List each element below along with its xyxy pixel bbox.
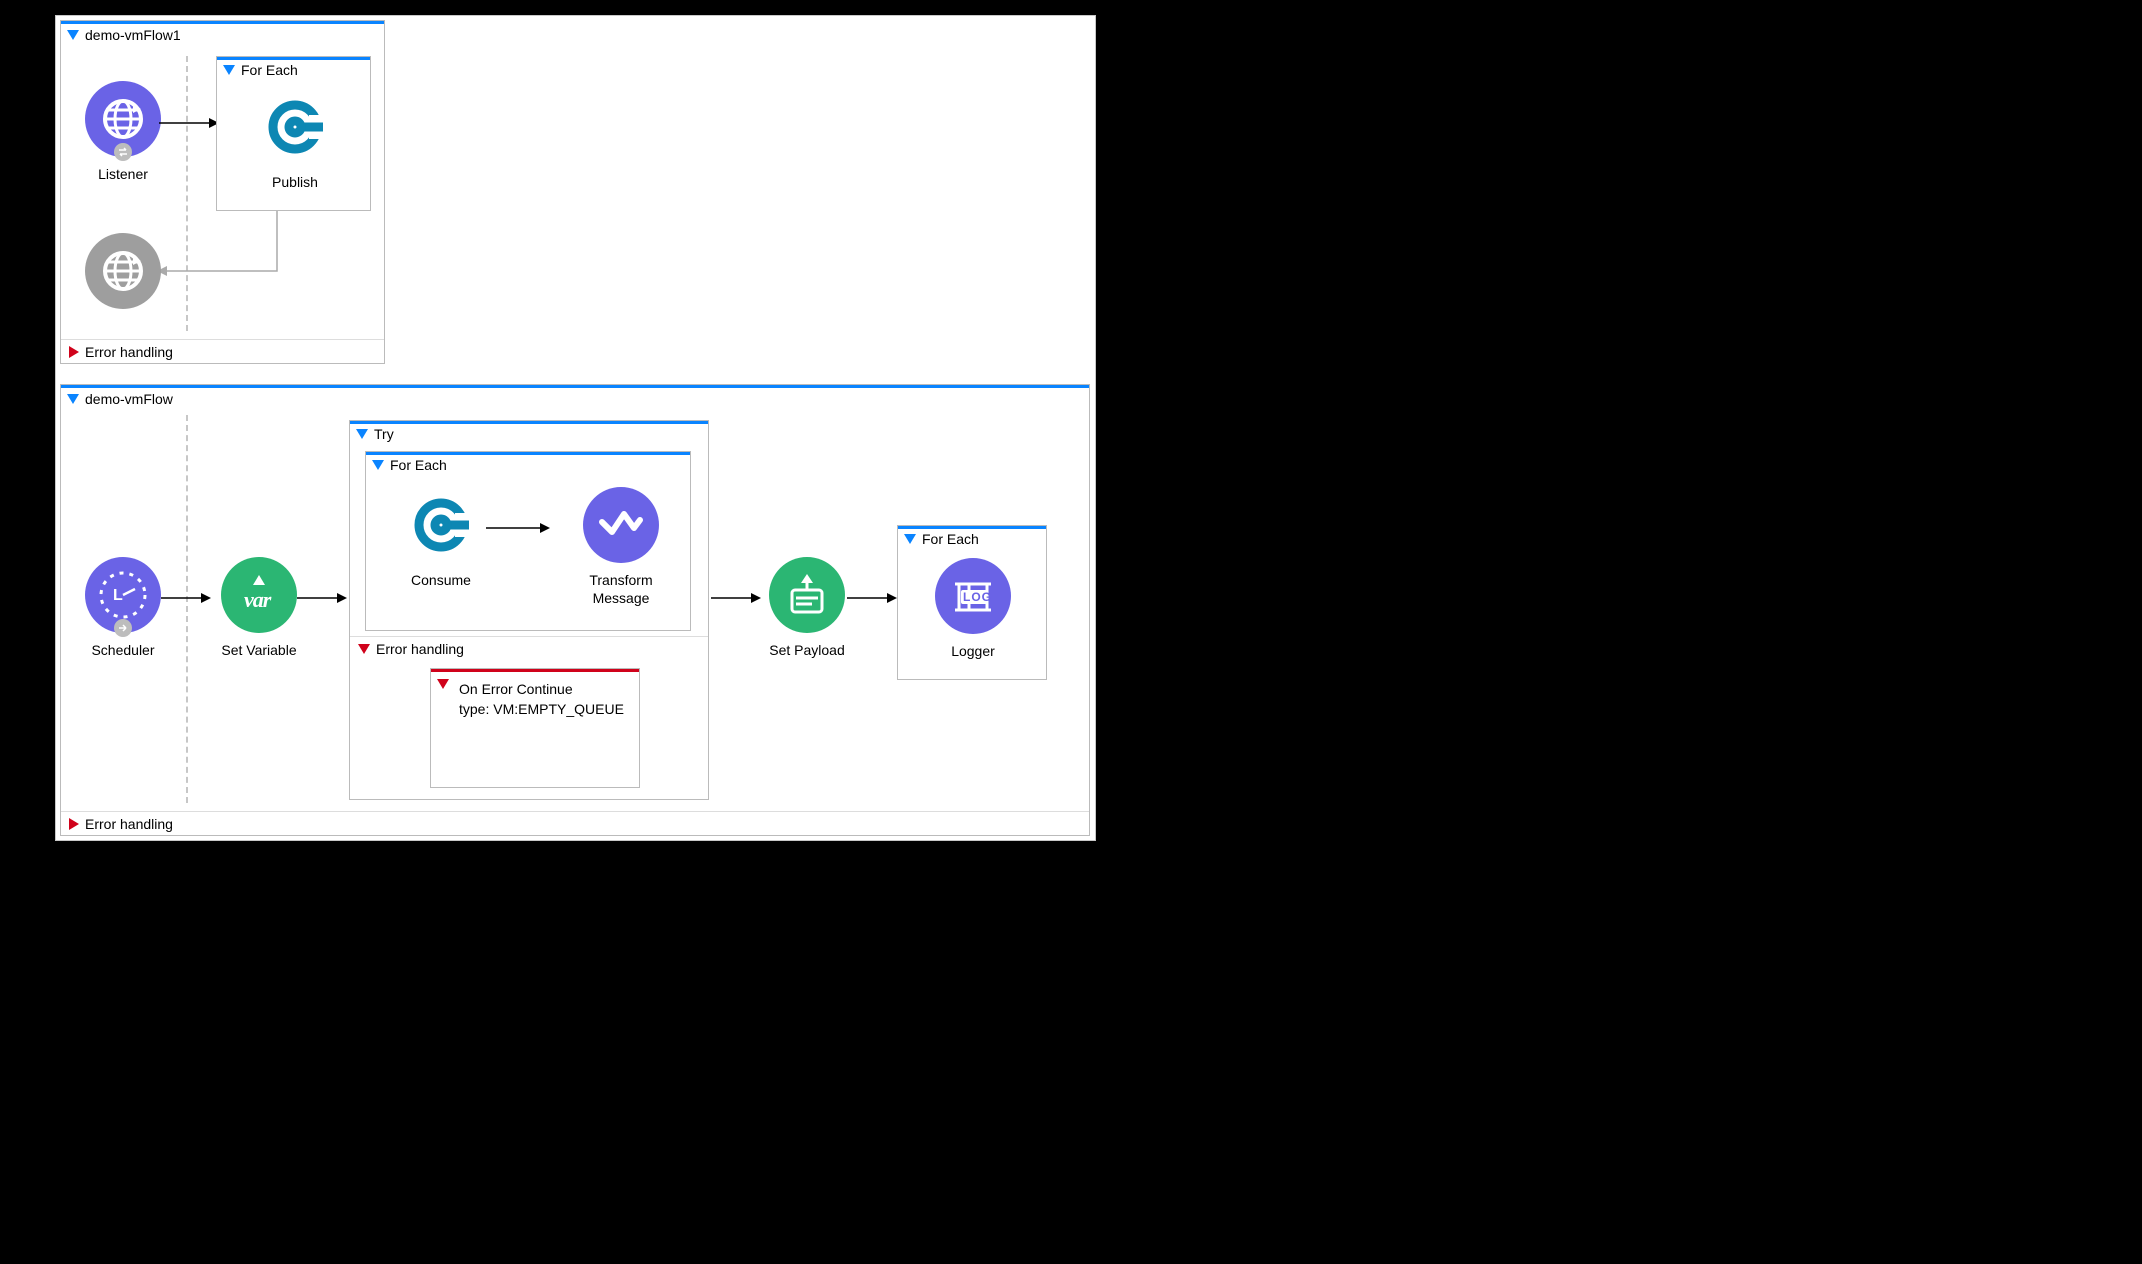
foreach-title-flow1: For Each (223, 62, 298, 78)
set-payload-node[interactable]: Set Payload (757, 557, 857, 659)
foreach-label: For Each (241, 62, 298, 78)
try-scope[interactable]: Try For Each (349, 420, 709, 800)
consume-node[interactable]: Consume (391, 487, 491, 589)
chevron-down-icon[interactable] (372, 460, 384, 470)
chevron-right-icon[interactable] (69, 346, 79, 358)
set-payload-label: Set Payload (757, 641, 857, 659)
exchange-badge-icon (114, 143, 132, 161)
foreach-try-title: For Each (372, 457, 447, 473)
source-divider (186, 415, 188, 803)
transform-label: Transform Message (561, 571, 681, 607)
try-error-label: Error handling (376, 641, 464, 657)
foreach-try-label: For Each (390, 457, 447, 473)
foreach2-label: For Each (922, 531, 979, 547)
on-error-type: type: VM:EMPTY_QUEUE (459, 699, 624, 719)
transform-message-icon (583, 487, 659, 563)
diagram-page: demo-vmFlow1 (55, 15, 1096, 841)
on-error-continue-scope[interactable]: On Error Continue type: VM:EMPTY_QUEUE (430, 668, 640, 788)
svg-text:L: L (113, 587, 123, 604)
try-title: Try (356, 426, 394, 442)
http-response-icon (85, 233, 161, 309)
try-label: Try (374, 426, 394, 442)
flow1-error-footer[interactable]: Error handling (61, 339, 384, 363)
http-response-node[interactable] (73, 233, 173, 309)
listener-label: Listener (73, 165, 173, 183)
transform-message-node[interactable]: Transform Message (561, 487, 681, 607)
chevron-down-icon[interactable] (67, 30, 79, 40)
chevron-down-icon[interactable] (223, 65, 235, 75)
http-listener-icon (85, 81, 161, 157)
publish-node[interactable]: Publish (245, 89, 345, 191)
try-error-header[interactable]: Error handling (350, 636, 708, 660)
set-variable-label: Set Variable (209, 641, 309, 659)
on-error-continue-text: On Error Continue type: VM:EMPTY_QUEUE (455, 675, 630, 723)
foreach-scope-logger[interactable]: For Each LOG (897, 525, 1047, 680)
arrow-scheduler-to-setvar (161, 592, 211, 604)
flow-title-demo-vmflow: demo-vmFlow (61, 388, 1089, 410)
set-variable-node[interactable]: var Set Variable (209, 557, 309, 659)
listener-node[interactable]: Listener (73, 81, 173, 183)
chevron-down-icon[interactable] (67, 394, 79, 404)
chevron-down-icon[interactable] (437, 679, 449, 689)
foreach2-title: For Each (904, 531, 979, 547)
arrow-try-to-setpayload (711, 592, 761, 604)
flow2-error-footer[interactable]: Error handling (61, 811, 1089, 835)
flow-demo-vmflow[interactable]: demo-vmFlow L Sched (60, 384, 1090, 836)
chevron-down-icon[interactable] (904, 534, 916, 544)
vm-publish-icon (257, 89, 333, 165)
set-payload-icon (769, 557, 845, 633)
publish-label: Publish (245, 173, 345, 191)
arrow-foreach-return (157, 211, 297, 291)
flow1-error-label: Error handling (85, 344, 173, 360)
consume-label: Consume (391, 571, 491, 589)
logger-label: Logger (923, 642, 1023, 660)
diagram-canvas: demo-vmFlow1 (0, 0, 2142, 1264)
right-arrow-badge-icon (114, 619, 132, 637)
on-error-title: On Error Continue (459, 679, 624, 699)
flow-title-label: demo-vmFlow (85, 391, 173, 407)
arrow-setvar-to-try (297, 592, 347, 604)
chevron-right-icon[interactable] (69, 818, 79, 830)
scheduler-node[interactable]: L Scheduler (73, 557, 173, 659)
flow-title-demo-vmflow1: demo-vmFlow1 (61, 24, 384, 46)
flow-title-label: demo-vmFlow1 (85, 27, 181, 43)
logger-icon: LOG (935, 558, 1011, 634)
arrow-listener-to-foreach (159, 117, 219, 129)
arrow-consume-to-transform (486, 522, 550, 534)
vm-consume-icon (403, 487, 479, 563)
svg-text:var: var (244, 587, 272, 612)
svg-text:LOG: LOG (963, 590, 992, 604)
logger-node[interactable]: LOG Logger (923, 558, 1023, 660)
chevron-down-icon[interactable] (356, 429, 368, 439)
chevron-down-icon[interactable] (358, 644, 370, 654)
set-variable-icon: var (221, 557, 297, 633)
scheduler-label: Scheduler (73, 641, 173, 659)
flow2-error-label: Error handling (85, 816, 173, 832)
foreach-scope-try[interactable]: For Each (365, 451, 691, 631)
arrow-setpayload-to-foreach2 (847, 592, 897, 604)
foreach-scope-flow1[interactable]: For Each Publish (216, 56, 371, 211)
flow-demo-vmflow1[interactable]: demo-vmFlow1 (60, 20, 385, 364)
scheduler-icon: L (85, 557, 161, 633)
